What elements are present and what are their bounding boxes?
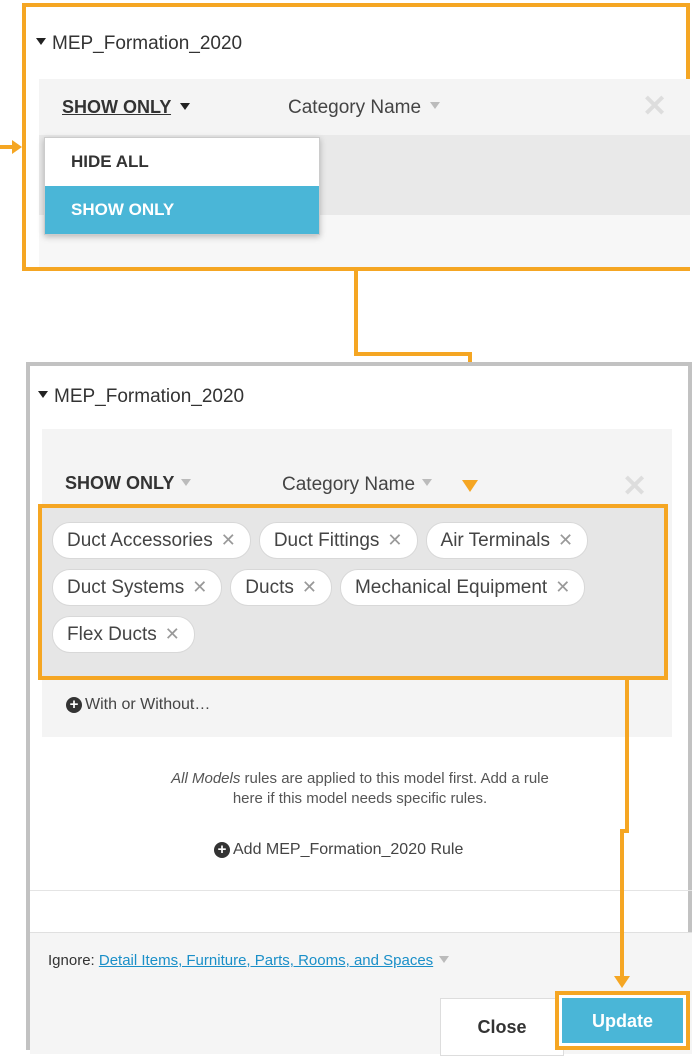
chip[interactable]: Air Terminals ✕ (425, 522, 589, 559)
caret-down-icon (181, 478, 192, 486)
menu-item-hide-all[interactable]: HIDE ALL (45, 138, 319, 186)
model-title[interactable]: MEP_Formation_2020 (38, 386, 244, 408)
chip-label: Ducts (245, 577, 294, 598)
close-button[interactable]: Close (440, 998, 564, 1056)
model-title[interactable]: MEP_Formation_2020 (36, 33, 242, 55)
connector-line (625, 676, 629, 831)
model-name-label: MEP_Formation_2020 (54, 386, 245, 407)
arrow-head (614, 976, 630, 988)
plus-circle-icon: + (66, 696, 82, 713)
chip-area-highlight: Duct Accessories ✕ Duct Fittings ✕ Air Ter… (38, 504, 668, 680)
remove-chip-icon[interactable]: ✕ (558, 530, 573, 550)
connector-line (354, 271, 358, 356)
bottom-panel: MEP_Formation_2020 SHOW ONLY Category Na… (26, 362, 692, 1056)
arrow-head (462, 480, 478, 492)
remove-chip-icon[interactable]: ✕ (165, 624, 180, 644)
category-label: Category Name (282, 474, 416, 495)
model-name-label: MEP_Formation_2020 (52, 33, 243, 54)
rule-mode-menu: HIDE ALL SHOW ONLY (44, 137, 320, 235)
chip-label: Air Terminals (440, 530, 550, 551)
caret-down-icon (38, 391, 48, 399)
ignore-row: Ignore: Detail Items, Furniture, Parts, … (48, 952, 455, 969)
chip-label: Duct Systems (67, 577, 185, 598)
chip[interactable]: Ducts ✕ (230, 569, 332, 606)
plus-circle-icon: + (214, 841, 230, 858)
chip-label: Mechanical Equipment (354, 577, 548, 598)
with-or-without-label: With or Without… (85, 696, 211, 713)
chip[interactable]: Flex Ducts ✕ (52, 616, 195, 653)
caret-down-icon (36, 38, 46, 46)
caret-down-icon[interactable] (439, 955, 450, 963)
rule-mode-dropdown[interactable]: SHOW ONLY (62, 97, 191, 118)
ignore-link[interactable]: Detail Items, Furniture, Parts, Rooms, a… (99, 952, 433, 969)
remove-chip-icon[interactable]: ✕ (192, 577, 207, 597)
update-highlight: Update (555, 991, 690, 1050)
update-button[interactable]: Update (562, 998, 683, 1043)
caret-down-icon (180, 102, 191, 110)
remove-chip-icon[interactable]: ✕ (302, 577, 317, 597)
caret-down-icon (430, 102, 441, 110)
close-icon[interactable]: ✕ (622, 469, 647, 504)
chip[interactable]: Mechanical Equipment ✕ (339, 569, 586, 606)
info-italic: All Models (171, 770, 241, 787)
add-rule-label: Add MEP_Formation_2020 Rule (233, 841, 464, 858)
close-icon[interactable]: ✕ (642, 89, 667, 124)
chip-label: Duct Fittings (273, 530, 380, 551)
caret-down-icon (422, 479, 433, 487)
info-line1: rules are applied to this model first. A… (240, 770, 549, 787)
ignore-label: Ignore: (48, 952, 95, 969)
connector-line (620, 829, 624, 979)
chip[interactable]: Duct Fittings ✕ (258, 522, 418, 559)
arrow-head (12, 140, 22, 154)
menu-item-show-only[interactable]: SHOW ONLY (45, 186, 319, 234)
chip[interactable]: Duct Accessories ✕ (52, 522, 251, 559)
connector-line (354, 352, 472, 356)
with-or-without-button[interactable]: + With or Without… (66, 696, 210, 714)
info-text: All Models rules are applied to this mod… (70, 769, 650, 809)
remove-chip-icon[interactable]: ✕ (387, 530, 402, 550)
chip-label: Duct Accessories (67, 530, 213, 551)
info-line2: here if this model needs specific rules. (232, 790, 488, 807)
rule-mode-label: SHOW ONLY (65, 473, 175, 493)
category-label: Category Name (288, 97, 422, 118)
add-rule-button[interactable]: + Add MEP_Formation_2020 Rule (214, 841, 463, 859)
rule-mode-label: SHOW ONLY (62, 97, 172, 117)
chip-label: Flex Ducts (67, 624, 157, 645)
divider (30, 890, 692, 891)
remove-chip-icon[interactable]: ✕ (555, 577, 570, 597)
top-panel-highlight: MEP_Formation_2020 SHOW ONLY Category Na… (22, 3, 690, 271)
category-dropdown[interactable]: Category Name (288, 97, 446, 119)
category-chip-list: Duct Accessories ✕ Duct Fittings ✕ Air Ter… (52, 522, 652, 653)
remove-chip-icon[interactable]: ✕ (221, 530, 236, 550)
chip[interactable]: Duct Systems ✕ (52, 569, 223, 606)
rule-mode-dropdown[interactable]: SHOW ONLY (65, 473, 197, 494)
category-dropdown[interactable]: Category Name (282, 474, 438, 496)
